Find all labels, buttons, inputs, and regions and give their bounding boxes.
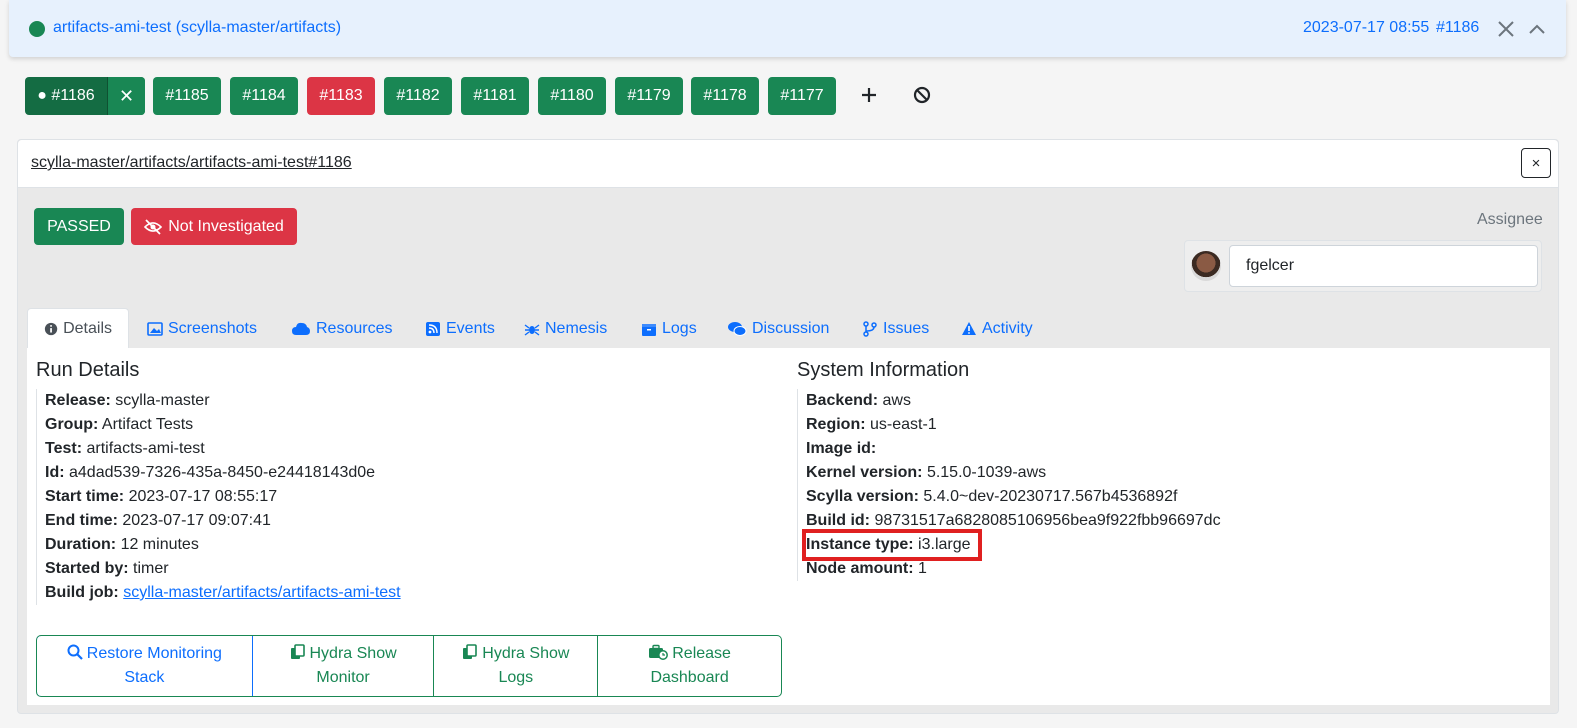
eye-slash-icon: [144, 218, 163, 235]
run-detail-row: Id: a4dad539-7326-435a-8450-e24418143d0e: [45, 464, 376, 481]
branch-icon: [863, 320, 877, 337]
run-button-active[interactable]: ● #1186 ✕: [25, 77, 145, 115]
run-detail-row: Release: scylla-master: [45, 392, 210, 409]
instance-type-highlight: [802, 529, 982, 561]
tab-label: Events: [446, 319, 495, 337]
rss-icon: [426, 321, 440, 336]
tab-activity[interactable]: Activity: [961, 308, 1033, 349]
panel-close-button[interactable]: ×: [1521, 148, 1551, 178]
run-button[interactable]: #1178: [691, 77, 759, 115]
run-detail-row: Start time: 2023-07-17 08:55:17: [45, 488, 278, 505]
header-date: 2023-07-17 08:55: [1303, 19, 1430, 36]
panel-header: scylla-master/artifacts/artifacts-ami-te…: [18, 140, 1558, 188]
assignee-label: Assignee: [1477, 211, 1543, 228]
briefcase-clock-icon: [649, 644, 669, 660]
tab-label: Resources: [316, 319, 393, 337]
tab-nemesis[interactable]: Nemesis: [524, 308, 607, 349]
tab-discussion[interactable]: Discussion: [727, 308, 829, 349]
header-run-number: #1186: [1436, 19, 1480, 36]
comments-icon: [728, 321, 747, 336]
status-dot: [29, 21, 45, 37]
tab-logs[interactable]: Logs: [641, 308, 697, 349]
search-icon: [67, 644, 83, 660]
tab-resources[interactable]: Resources: [291, 308, 392, 349]
restore-monitoring-button[interactable]: Restore Monitoring Stack: [37, 636, 253, 696]
run-details-list: Release: scylla-master Group: Artifact T…: [36, 389, 401, 605]
tab-events[interactable]: Events: [425, 308, 495, 349]
close-icon[interactable]: [1496, 19, 1516, 39]
info-icon: [44, 322, 58, 336]
run-detail-row: End time: 2023-07-17 09:07:41: [45, 512, 271, 529]
tab-label: Issues: [883, 319, 930, 337]
run-header-bar[interactable]: artifacts-ami-test (scylla-master/artifa…: [9, 0, 1566, 57]
run-button[interactable]: #1185: [153, 77, 221, 115]
release-dashboard-button[interactable]: Release Dashboard: [598, 636, 781, 696]
investigation-badge[interactable]: Not Investigated: [131, 208, 297, 245]
image-icon: [147, 321, 163, 336]
hydra-show-logs-button[interactable]: Hydra Show Logs: [434, 636, 599, 696]
run-button[interactable]: #1177: [768, 77, 836, 115]
system-info-title: System Information: [797, 359, 970, 381]
copy-icon: [463, 644, 478, 659]
run-detail-row: Build job: scylla-master/artifacts/artif…: [45, 584, 401, 601]
run-detail-row: Group: Artifact Tests: [45, 416, 194, 433]
tab-issues[interactable]: Issues: [862, 308, 929, 349]
tab-label: Logs: [662, 319, 697, 337]
run-details-title: Run Details: [36, 359, 140, 381]
system-info-row: Region: us-east-1: [806, 416, 937, 433]
copy-icon: [290, 644, 305, 659]
tab-label: Details: [63, 320, 112, 337]
hydra-show-monitor-button[interactable]: Hydra Show Monitor: [253, 636, 435, 696]
tab-label: Screenshots: [168, 319, 257, 337]
cloud-icon: [292, 322, 310, 335]
active-run-label[interactable]: ● #1186: [25, 77, 108, 115]
run-detail-row: Test: artifacts-ami-test: [45, 440, 205, 457]
run-panel: scylla-master/artifacts/artifacts-ami-te…: [17, 139, 1559, 714]
system-info-row: Backend: aws: [806, 392, 911, 409]
run-detail-row: Started by: timer: [45, 560, 169, 577]
assignee-input[interactable]: fgelcer: [1229, 245, 1538, 287]
box-icon: [642, 323, 656, 336]
warning-icon: [962, 321, 976, 335]
system-info-row: Kernel version: 5.15.0-1039-aws: [806, 464, 1047, 481]
build-job-link[interactable]: scylla-master/artifacts/artifacts-ami-te…: [123, 584, 400, 601]
run-button[interactable]: #1184: [230, 77, 298, 115]
status-badge[interactable]: PASSED: [34, 208, 124, 245]
run-button[interactable]: #1181: [461, 77, 529, 115]
action-button-group: Restore Monitoring Stack Hydra Show Monito…: [36, 635, 782, 697]
run-button[interactable]: #1180: [538, 77, 606, 115]
tab-details[interactable]: Details: [27, 308, 129, 349]
details-content: Run Details Release: scylla-master Group…: [27, 348, 1550, 705]
system-info-row: Image id:: [806, 440, 877, 457]
tab-label: Nemesis: [545, 319, 608, 337]
run-button[interactable]: #1179: [615, 77, 683, 115]
avatar: [1191, 251, 1221, 281]
plus-icon[interactable]: [858, 84, 880, 106]
run-button[interactable]: #1182: [384, 77, 452, 115]
run-detail-row: Duration: 12 minutes: [45, 536, 199, 553]
tab-label: Activity: [982, 319, 1033, 337]
close-run-icon[interactable]: ✕: [108, 77, 145, 115]
system-info-row: Scylla version: 5.4.0~dev-20230717.567b4…: [806, 488, 1178, 505]
ban-icon[interactable]: [911, 84, 933, 106]
run-path-link[interactable]: scylla-master/artifacts/artifacts-ami-te…: [31, 154, 352, 172]
tab-label: Discussion: [752, 319, 830, 337]
chevron-up-icon[interactable]: [1527, 19, 1547, 39]
investigation-label: Not Investigated: [168, 217, 284, 235]
header-title[interactable]: artifacts-ami-test (scylla-master/artifa…: [53, 19, 341, 37]
spider-icon: [524, 323, 540, 336]
run-button-failed[interactable]: #1183: [307, 77, 375, 115]
assignee-selector[interactable]: fgelcer: [1184, 240, 1542, 292]
tab-screenshots[interactable]: Screenshots: [147, 308, 257, 349]
